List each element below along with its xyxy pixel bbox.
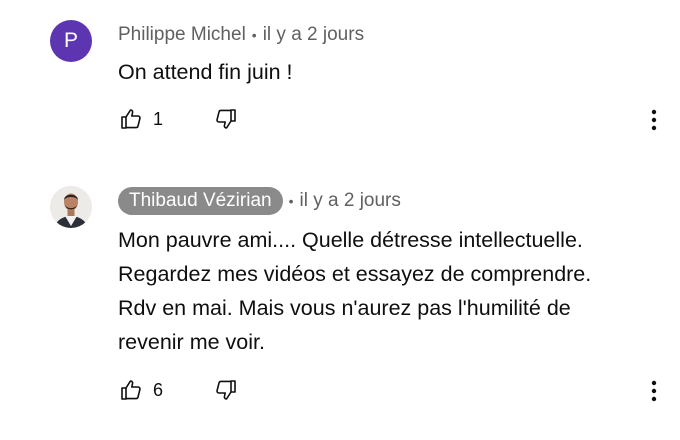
comment-meta: Philippe Michel • il y a 2 jours — [118, 22, 364, 48]
separator-dot: • — [251, 27, 257, 43]
separator-dot: • — [288, 193, 294, 209]
comment-author-chip[interactable]: Thibaud Vézirian — [118, 187, 283, 215]
comment-actions: 6 — [118, 377, 239, 403]
avatar[interactable] — [50, 186, 92, 228]
comment-text-line: revenir me voir. — [118, 330, 265, 354]
comment-item: Thibaud Vézirian • il y a 2 jours Mon pa… — [0, 170, 680, 440]
comment-actions: 1 — [118, 106, 239, 132]
comment-text-line: Regardez mes vidéos et essayez de compre… — [118, 262, 592, 286]
comment-text: Mon pauvre ami.... Quelle détresse intel… — [118, 223, 658, 359]
thumbs-down-icon[interactable] — [213, 377, 239, 403]
like-count: 1 — [153, 108, 164, 129]
avatar-photo — [50, 186, 92, 228]
comment-text-line: Mon pauvre ami.... Quelle détresse intel… — [118, 228, 583, 252]
comment-timestamp[interactable]: il y a 2 jours — [300, 190, 401, 212]
more-vertical-icon[interactable] — [642, 107, 666, 133]
comment-text: On attend fin juin ! — [118, 55, 658, 89]
avatar[interactable]: P — [50, 20, 92, 62]
avatar-letter: P — [63, 29, 78, 52]
comment-text-line: On attend fin juin ! — [118, 60, 293, 84]
comment-text-line: Rdv en mai. Mais vous n'aurez pas l'humi… — [118, 296, 571, 320]
thumbs-up-icon[interactable] — [118, 106, 144, 132]
comment-author[interactable]: Philippe Michel — [118, 24, 246, 46]
thumbs-up-icon[interactable] — [118, 377, 144, 403]
comment-meta: Thibaud Vézirian • il y a 2 jours — [118, 187, 401, 215]
comment-timestamp[interactable]: il y a 2 jours — [263, 24, 364, 46]
comment-item: P Philippe Michel • il y a 2 jours On at… — [0, 0, 680, 160]
more-vertical-icon[interactable] — [642, 378, 666, 404]
thumbs-down-icon[interactable] — [213, 106, 239, 132]
like-count: 6 — [153, 379, 164, 400]
